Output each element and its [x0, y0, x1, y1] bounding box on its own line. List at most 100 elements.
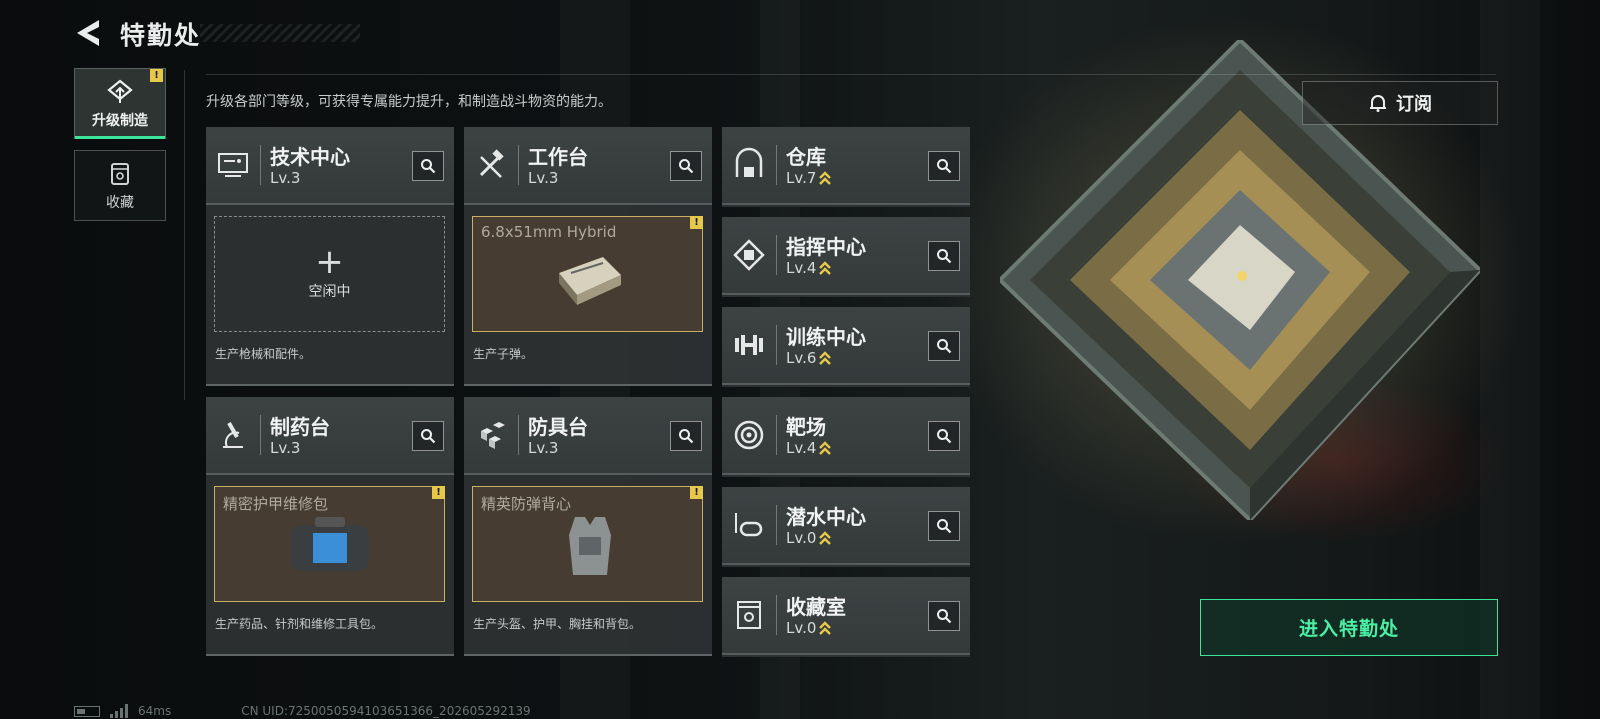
search-button[interactable] — [928, 511, 960, 541]
armor-vest-icon — [569, 517, 611, 575]
search-button[interactable] — [928, 331, 960, 361]
facility-header[interactable]: 制药台 Lv.3 — [206, 397, 454, 475]
warehouse-icon — [735, 147, 763, 177]
plus-icon: + — [315, 242, 344, 282]
upgrade-arrow-icon — [819, 530, 832, 545]
trophy-case-icon — [737, 601, 761, 629]
facility-level: Lv.7 — [786, 169, 832, 187]
facility-card-warehouse: 仓库 Lv.7 — [722, 127, 970, 207]
slot-status: 空闲中 — [308, 284, 351, 300]
facility-name: 工作台 — [528, 145, 588, 169]
alert-badge: ! — [432, 486, 445, 499]
status-footer: 64ms CN UID:7250050594103651366_20260529… — [74, 704, 531, 718]
facility-card-pharmacy: 制药台 Lv.3 精密护甲维修包 ! 生产药品、针剂和维修工具包。 — [206, 397, 454, 656]
upgrade-arrow-icon — [819, 440, 832, 455]
search-button[interactable] — [928, 601, 960, 631]
facility-level-text: Lv.0 — [786, 619, 817, 637]
dumbbell-icon — [735, 335, 763, 355]
facility-level: Lv.0 — [786, 529, 832, 547]
page-description: 升级各部门等级，可获得专属能力提升，和制造战斗物资的能力。 — [206, 94, 612, 110]
repair-kit-icon — [291, 517, 369, 571]
facility-header[interactable]: 工作台 Lv.3 — [464, 127, 712, 205]
sidebar-tab-collection[interactable]: 收藏 — [74, 150, 166, 221]
subscribe-label: 订阅 — [1396, 94, 1432, 115]
facility-level: Lv.3 — [528, 439, 559, 457]
alert-badge: ! — [150, 69, 163, 82]
header-divider — [206, 74, 1496, 75]
alert-badge: ! — [690, 486, 703, 499]
facility-level: Lv.0 — [786, 619, 832, 637]
facility-header[interactable]: 指挥中心 Lv.4 — [722, 217, 970, 295]
ping-value: 64ms — [138, 704, 172, 718]
facility-level-text: Lv.7 — [786, 169, 817, 187]
facility-name: 潜水中心 — [786, 505, 866, 529]
facility-card-dumbbell: 训练中心 Lv.6 — [722, 307, 970, 387]
facility-level: Lv.3 — [270, 169, 301, 187]
production-slot-item[interactable]: 6.8x51mm Hybrid ! — [472, 216, 703, 332]
diving-mask-icon — [735, 513, 763, 537]
facility-header[interactable]: 靶场 Lv.4 — [722, 397, 970, 475]
search-icon — [937, 429, 952, 444]
bell-icon — [1370, 95, 1386, 112]
search-button[interactable] — [670, 151, 702, 181]
item-name: 6.8x51mm Hybrid — [481, 223, 617, 241]
enter-special-ops-button[interactable]: 进入特勤处 — [1200, 599, 1498, 656]
alert-badge: ! — [690, 216, 703, 229]
facility-level: Lv.3 — [270, 439, 301, 457]
upgrade-arrow-icon — [819, 260, 832, 275]
search-icon — [937, 519, 952, 534]
upgrade-arrow-icon — [819, 620, 832, 635]
facility-card-chip: 指挥中心 Lv.4 — [722, 217, 970, 297]
search-button[interactable] — [412, 421, 444, 451]
facility-header[interactable]: 防具台 Lv.3 — [464, 397, 712, 475]
production-slot-item[interactable]: 精英防弹背心 ! — [472, 486, 703, 602]
title-decoration — [200, 24, 360, 42]
facility-name: 靶场 — [786, 415, 826, 439]
facility-header[interactable]: 仓库 Lv.7 — [722, 127, 970, 205]
signal-icon — [110, 704, 128, 718]
search-button[interactable] — [928, 241, 960, 271]
upgrade-arrow-icon — [819, 350, 832, 365]
cubes-icon — [481, 422, 505, 449]
facility-header[interactable]: 收藏室 Lv.0 — [722, 577, 970, 655]
upgrade-build-icon — [107, 79, 133, 103]
search-button[interactable] — [928, 151, 960, 181]
back-button[interactable] — [74, 18, 102, 48]
subscribe-button[interactable]: 订阅 — [1302, 81, 1498, 125]
production-slot-empty[interactable]: + 空闲中 — [214, 216, 445, 332]
search-button[interactable] — [670, 421, 702, 451]
sidebar-tab-label: 收藏 — [106, 194, 134, 211]
side-divider — [184, 70, 185, 400]
tools-icon — [479, 149, 504, 178]
facility-name: 技术中心 — [270, 145, 350, 169]
facility-note: 生产枪械和配件。 — [215, 347, 312, 361]
facility-name: 防具台 — [528, 415, 588, 439]
search-icon — [937, 249, 952, 264]
facility-header[interactable]: 训练中心 Lv.6 — [722, 307, 970, 385]
facility-note: 生产药品、针剂和维修工具包。 — [215, 617, 384, 631]
facility-name: 指挥中心 — [786, 235, 866, 259]
facility-level: Lv.3 — [528, 169, 559, 187]
production-slot-item[interactable]: 精密护甲维修包 ! — [214, 486, 445, 602]
search-icon — [937, 339, 952, 354]
target-icon — [734, 420, 764, 450]
chevron-left-icon — [77, 20, 99, 46]
user-uid: CN UID:7250050594103651366_202605292139 — [241, 704, 531, 718]
search-icon — [679, 429, 694, 444]
battery-icon — [74, 705, 100, 717]
sidebar-tab-upgrade-build[interactable]: 升级制造 ! — [74, 68, 166, 139]
search-button[interactable] — [928, 421, 960, 451]
upgrade-arrow-icon — [819, 170, 832, 185]
facility-level-text: Lv.4 — [786, 439, 817, 457]
facility-header[interactable]: 技术中心 Lv.3 — [206, 127, 454, 205]
facility-level-text: Lv.0 — [786, 529, 817, 547]
facility-level-text: Lv.4 — [786, 259, 817, 277]
facility-header[interactable]: 潜水中心 Lv.0 — [722, 487, 970, 565]
search-button[interactable] — [412, 151, 444, 181]
facility-level-text: Lv.6 — [786, 349, 817, 367]
facility-note: 生产子弹。 — [473, 347, 534, 361]
enter-button-label: 进入特勤处 — [1298, 618, 1399, 640]
search-icon — [421, 159, 436, 174]
search-icon — [937, 609, 952, 624]
facility-card-armor-bench: 防具台 Lv.3 精英防弹背心 ! 生产头盔、护甲、胸挂和背包。 — [464, 397, 712, 656]
